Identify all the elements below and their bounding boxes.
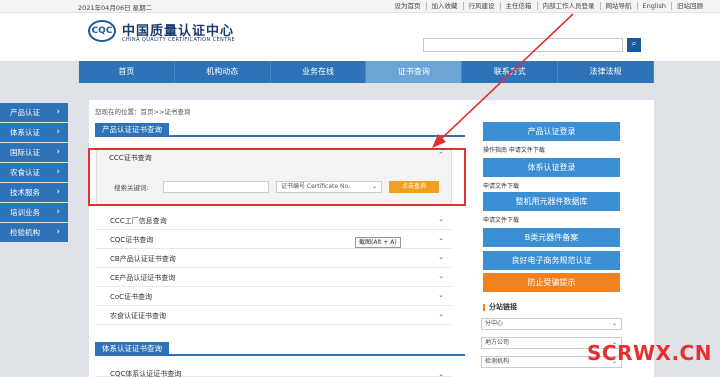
chevron-down-icon: ⌄	[438, 291, 444, 299]
local-company-value: 地方公司	[485, 339, 510, 346]
branch-links-title: 分站链接	[483, 302, 517, 312]
accordion-item[interactable]: 农食认证证书查询 ⌄	[96, 306, 452, 325]
chevron-down-icon: ⌄	[438, 234, 444, 242]
component-links[interactable]: 申请文件下载	[483, 215, 519, 224]
chevron-down-icon: ⌄	[438, 215, 444, 223]
accordion-item-label: CoC证书查询	[110, 293, 153, 301]
accordion-item[interactable]: CB产品认证证书查询 ⌄	[96, 249, 452, 268]
watermark: SCRWX.CN	[587, 341, 712, 365]
component-db-button[interactable]: 整机用元器件数据库	[483, 192, 620, 211]
screenshot-tooltip: 截图(Alt + A)	[355, 237, 401, 248]
accordion-item[interactable]: CCC工厂信息查询 ⌄	[96, 211, 452, 230]
branch-center-select[interactable]: 分中心 ⌄	[481, 318, 622, 330]
branch-center-value: 分中心	[485, 320, 504, 327]
accordion-item[interactable]: CE产品认证证书查询 ⌄	[96, 268, 452, 287]
chevron-down-icon: ⌄	[438, 370, 444, 377]
accordion-item-label: CQC证书查询	[110, 236, 154, 244]
accordion-item-label: CCC工厂信息查询	[110, 217, 167, 225]
chevron-down-icon: ⌄	[438, 253, 444, 261]
accordion-item[interactable]: CQC体系认证证书查询 ⌄	[96, 366, 452, 377]
b-component-button[interactable]: B类元器件备案	[483, 228, 620, 247]
fraud-warning-button[interactable]: 防止受骗提示	[483, 273, 620, 292]
accordion-item-label: CQC体系认证证书查询	[110, 370, 182, 377]
accordion-item[interactable]: CoC证书查询 ⌄	[96, 287, 452, 306]
section-system-header: 体系认证证书查询	[95, 342, 465, 356]
ecommerce-button[interactable]: 良好电子商务规范认证	[483, 251, 620, 270]
product-login-button[interactable]: 产品认证登录	[483, 122, 620, 141]
system-links[interactable]: 申请文件下载	[483, 181, 519, 190]
accordion-item-label: CE产品认证证书查询	[110, 274, 176, 282]
test-agency-value: 检测机构	[485, 358, 510, 365]
chevron-down-icon: ⌄	[611, 320, 617, 327]
product-links[interactable]: 操作指南 申请文件下载	[483, 145, 545, 154]
chevron-down-icon: ⌄	[438, 272, 444, 280]
chevron-down-icon: ⌄	[438, 310, 444, 318]
system-login-button[interactable]: 体系认证登录	[483, 158, 620, 177]
accordion-item-label: CB产品认证证书查询	[110, 255, 176, 263]
section-system-title: 体系认证证书查询	[95, 342, 169, 356]
accordion-item-label: 农食认证证书查询	[110, 312, 166, 320]
